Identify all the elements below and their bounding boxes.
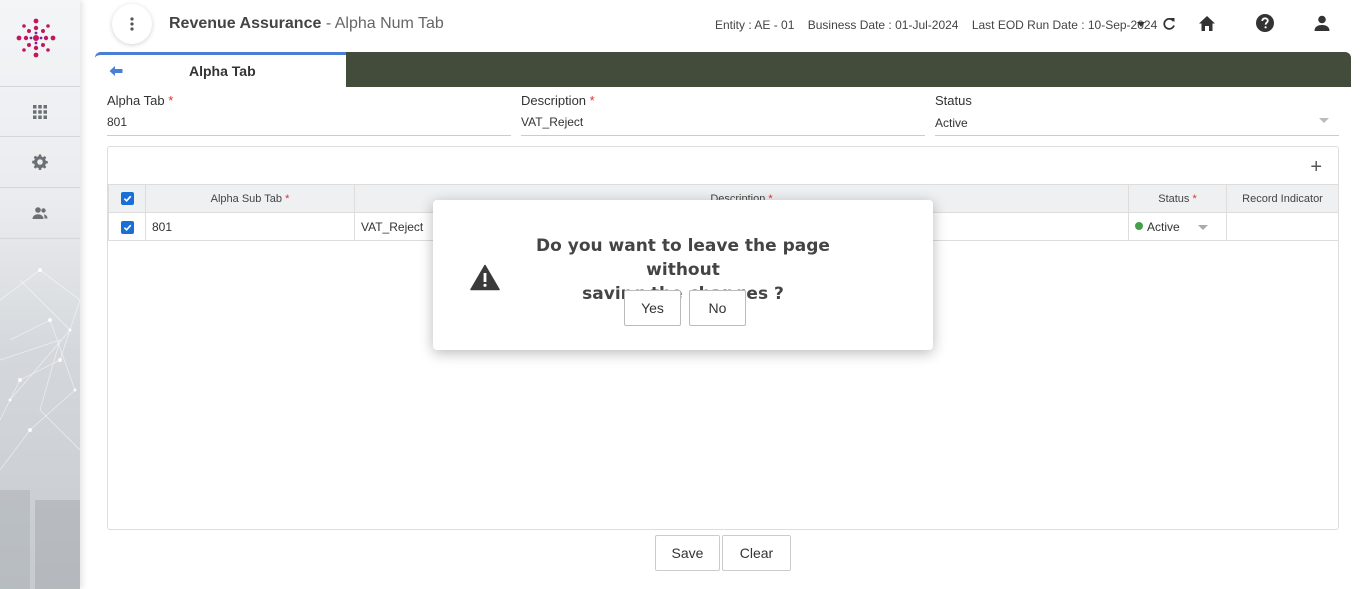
description-input[interactable]: VAT_Reject — [521, 115, 925, 129]
last-eod-text: Last EOD Run Date : 10-Sep-2024 — [971, 18, 1158, 32]
dialog-message-line2: saving the changes ? — [582, 284, 784, 304]
description-label: Description * — [521, 93, 925, 108]
row-checkbox[interactable] — [120, 220, 134, 234]
context-dropdown-caret[interactable] — [1137, 22, 1145, 27]
col-label: Status — [1158, 192, 1190, 205]
users-icon — [32, 207, 48, 219]
required-marker: * — [168, 93, 174, 108]
alpha-tab-input[interactable]: 801 — [107, 115, 511, 129]
chevron-down-icon — [1319, 118, 1329, 123]
page-title: Revenue Assurance - Alpha Num Tab — [169, 15, 444, 33]
tab-label: Alpha Tab — [189, 63, 256, 79]
refresh-icon — [1163, 17, 1175, 30]
dialog-message-line1: Do you want to leave the page without — [536, 236, 830, 280]
alpha-tab-label: Alpha Tab * — [107, 93, 511, 108]
back-arrow-icon — [109, 66, 123, 76]
help-icon — [1256, 14, 1274, 32]
alpha-tab-label-text: Alpha Tab — [107, 93, 165, 108]
brand-logo-icon — [16, 18, 56, 58]
cell-status[interactable]: Active — [1128, 212, 1227, 241]
context-info: Entity : AE - 01 Business Date : 01-Jul-… — [715, 18, 1167, 32]
refresh-button[interactable] — [1162, 17, 1176, 31]
check-icon — [123, 195, 131, 203]
home-icon — [1199, 16, 1215, 31]
back-button[interactable] — [109, 64, 123, 82]
save-button[interactable]: Save — [655, 535, 720, 571]
required-marker: * — [285, 192, 290, 205]
clear-button[interactable]: Clear — [722, 535, 791, 571]
title-separator: - — [321, 15, 335, 32]
tab-bar: Alpha Tab — [95, 52, 1351, 87]
select-all-checkbox[interactable] — [120, 192, 134, 205]
no-button[interactable]: No — [689, 290, 746, 326]
gear-icon — [32, 154, 48, 170]
row-select-cell[interactable] — [108, 212, 146, 241]
dialog-message: Do you want to leave the page without sa… — [513, 234, 853, 306]
status-value: Active — [935, 116, 968, 130]
business-date-text: Business Date : 01-Jul-2024 — [807, 18, 959, 32]
top-header: Revenue Assurance - Alpha Num Tab Entity… — [80, 0, 1366, 50]
status-dot-icon — [1135, 221, 1143, 230]
home-button[interactable] — [1198, 15, 1216, 32]
apps-menu-button[interactable] — [0, 86, 80, 137]
alpha-tab-field[interactable]: Alpha Tab * 801 — [107, 92, 511, 136]
cell-alpha-sub-tab[interactable]: 801 — [145, 212, 355, 241]
col-header-status: Status * — [1128, 184, 1227, 213]
user-profile-button[interactable] — [1314, 15, 1330, 31]
col-label: Alpha Sub Tab — [210, 192, 282, 205]
status-select[interactable]: Status Active — [935, 92, 1339, 136]
col-header-record-indicator: Record Indicator — [1226, 184, 1339, 213]
description-label-text: Description — [521, 93, 587, 108]
settings-menu-button[interactable] — [0, 137, 80, 188]
more-options-button[interactable] — [112, 4, 152, 44]
tab-alpha[interactable]: Alpha Tab — [95, 52, 346, 87]
unsaved-changes-dialog: Do you want to leave the page without sa… — [433, 200, 933, 350]
entity-text: Entity : AE - 01 — [715, 18, 795, 32]
kebab-menu-icon — [130, 17, 134, 31]
warning-icon — [470, 264, 500, 291]
status-text: Active — [1147, 219, 1180, 234]
select-all-cell[interactable] — [108, 184, 146, 213]
help-button[interactable] — [1256, 14, 1274, 32]
page-name: Alpha Num Tab — [334, 15, 444, 32]
check-icon — [123, 224, 131, 231]
users-menu-button[interactable] — [0, 188, 80, 239]
add-row-button[interactable]: + — [1310, 157, 1322, 177]
user-icon — [1314, 15, 1330, 31]
required-marker: * — [589, 93, 595, 108]
status-label: Status — [935, 93, 972, 108]
col-header-alpha-sub-tab: Alpha Sub Tab * — [145, 184, 355, 213]
cell-record-indicator — [1226, 212, 1339, 241]
required-marker: * — [1192, 192, 1197, 205]
grid-apps-icon — [33, 104, 47, 119]
app-name: Revenue Assurance — [169, 15, 322, 32]
side-rail — [0, 0, 80, 589]
yes-button[interactable]: Yes — [624, 290, 681, 326]
chevron-down-icon — [1197, 224, 1208, 230]
description-field[interactable]: Description * VAT_Reject — [521, 92, 925, 136]
